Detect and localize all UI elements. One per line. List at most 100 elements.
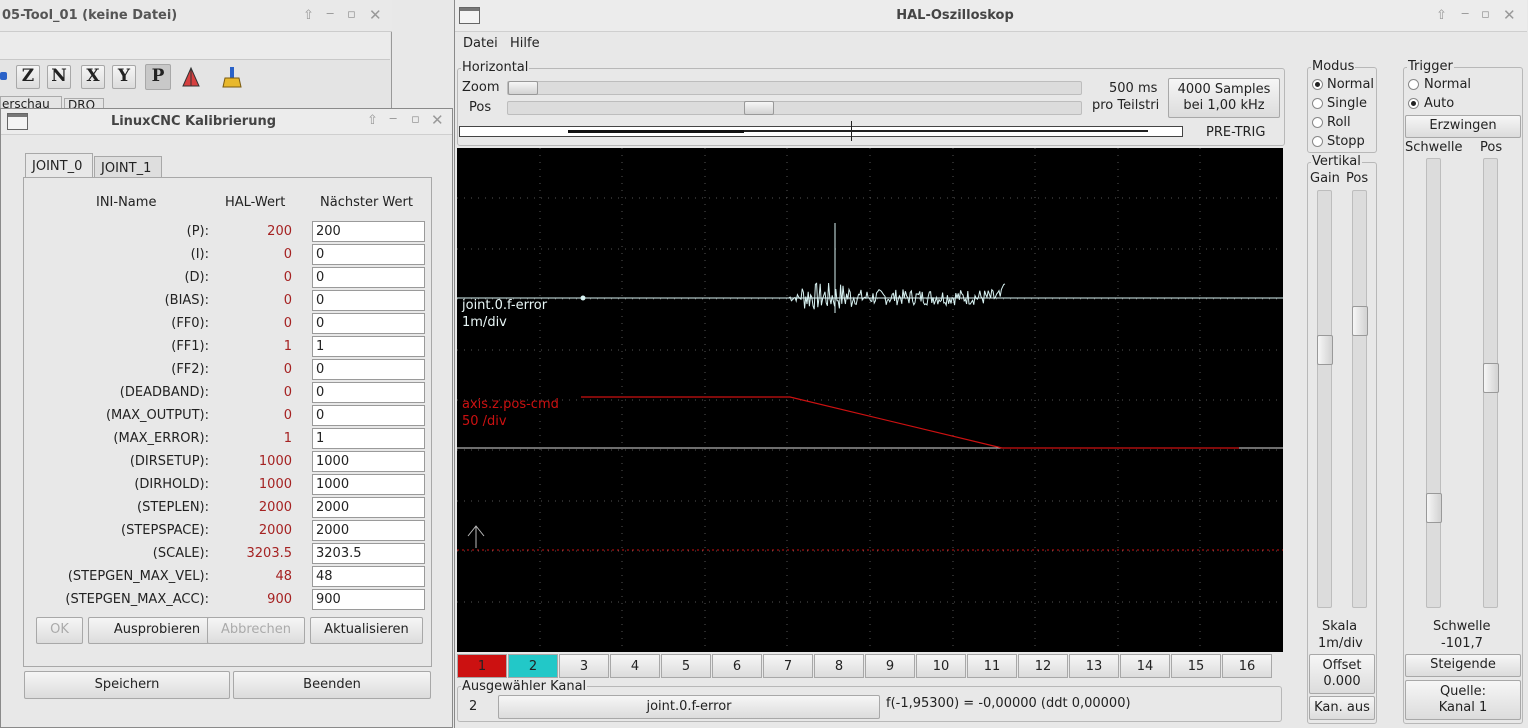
- toolbar-n-icon[interactable]: N: [47, 65, 71, 89]
- timeline-bar: [459, 121, 1183, 141]
- trigger-auto-label[interactable]: Auto: [1424, 96, 1454, 111]
- trigger-normal-label[interactable]: Normal: [1424, 77, 1471, 92]
- menu-hilfe[interactable]: Hilfe: [510, 36, 540, 51]
- vpos-slider[interactable]: [1352, 190, 1368, 608]
- channel-button-4[interactable]: 4: [610, 654, 660, 678]
- channel-button-5[interactable]: 5: [661, 654, 711, 678]
- trigger-pos-slider-thumb[interactable]: [1483, 363, 1499, 393]
- scope-up-icon[interactable]: ⇧: [1436, 8, 1447, 23]
- param-next-value-input[interactable]: 1: [312, 428, 425, 449]
- bg-maximize-icon[interactable]: ▫: [347, 7, 356, 22]
- param-next-value-input[interactable]: 2000: [312, 497, 425, 518]
- scope-close-icon[interactable]: ✕: [1503, 6, 1516, 24]
- channel-button-1[interactable]: 1: [457, 654, 507, 678]
- abort-button[interactable]: Abbrechen: [207, 617, 305, 644]
- threshold-slider-thumb[interactable]: [1426, 493, 1442, 523]
- calib-close-icon[interactable]: ✕: [431, 111, 444, 129]
- param-next-value-input[interactable]: 0: [312, 405, 425, 426]
- calib-minimize-icon[interactable]: ‒: [389, 111, 397, 126]
- threshold-slider[interactable]: [1426, 158, 1442, 608]
- calib-maximize-icon[interactable]: ▫: [411, 112, 420, 127]
- param-next-value-input[interactable]: 0: [312, 359, 425, 380]
- mode-roll-radio[interactable]: [1312, 117, 1323, 128]
- offset-button[interactable]: Offset 0.000: [1309, 654, 1375, 694]
- calib-window-icon: [7, 113, 28, 130]
- param-next-value-input[interactable]: 0: [312, 267, 425, 288]
- mode-normal-label[interactable]: Normal: [1327, 77, 1374, 92]
- save-button[interactable]: Speichern: [24, 671, 230, 699]
- pos-slider-thumb[interactable]: [744, 101, 774, 115]
- param-next-value-input[interactable]: 48: [312, 566, 425, 587]
- mode-normal-radio[interactable]: [1312, 79, 1323, 90]
- param-next-value-input[interactable]: 0: [312, 290, 425, 311]
- trigger-normal-radio[interactable]: [1408, 79, 1419, 90]
- gain-slider-thumb[interactable]: [1317, 335, 1333, 365]
- param-next-value-input[interactable]: 1000: [312, 451, 425, 472]
- force-button[interactable]: Erzwingen: [1405, 115, 1521, 138]
- vpos-slider-thumb[interactable]: [1352, 306, 1368, 336]
- zoom-slider-thumb[interactable]: [508, 81, 538, 95]
- header-next-value: Nächster Wert: [320, 195, 413, 210]
- zoom-slider[interactable]: [507, 81, 1082, 95]
- toolbar-z-icon[interactable]: Z: [16, 65, 40, 89]
- bg-minimize-icon[interactable]: ‒: [326, 6, 334, 21]
- ok-button[interactable]: OK: [36, 617, 83, 644]
- tab-joint-1[interactable]: JOINT_1: [94, 156, 162, 178]
- channel-button-14[interactable]: 14: [1120, 654, 1170, 678]
- channel-button-16[interactable]: 16: [1222, 654, 1272, 678]
- try-button[interactable]: Ausprobieren: [88, 617, 226, 644]
- mode-single-radio[interactable]: [1312, 98, 1323, 109]
- gain-slider[interactable]: [1317, 190, 1333, 608]
- scope-maximize-icon[interactable]: ▫: [1481, 7, 1490, 22]
- channel-button-7[interactable]: 7: [763, 654, 813, 678]
- update-button[interactable]: Aktualisieren: [310, 617, 423, 644]
- trigger-auto-radio[interactable]: [1408, 98, 1419, 109]
- channel-button-9[interactable]: 9: [865, 654, 915, 678]
- param-name: (FF0):: [171, 316, 209, 331]
- param-name: (DEADBAND):: [119, 385, 209, 400]
- param-next-value-input[interactable]: 1000: [312, 474, 425, 495]
- toolbar-p-icon[interactable]: P: [145, 64, 171, 90]
- mode-stop-radio[interactable]: [1312, 136, 1323, 147]
- channel-button-11[interactable]: 11: [967, 654, 1017, 678]
- toolbar-clear-icon[interactable]: [220, 65, 244, 89]
- param-next-value-input[interactable]: 0: [312, 313, 425, 334]
- pos-slider[interactable]: [507, 101, 1082, 115]
- channel-button-3[interactable]: 3: [559, 654, 609, 678]
- param-next-value-input[interactable]: 900: [312, 589, 425, 610]
- channel-off-button[interactable]: Kan. aus: [1309, 696, 1375, 720]
- param-next-value-input[interactable]: 0: [312, 382, 425, 403]
- param-next-value-input[interactable]: 200: [312, 221, 425, 242]
- tab-joint-0[interactable]: JOINT_0: [25, 153, 93, 178]
- toolbar-y-icon[interactable]: Y: [112, 65, 136, 89]
- channel-button-8[interactable]: 8: [814, 654, 864, 678]
- samples-button[interactable]: 4000 Samples bei 1,00 kHz: [1168, 78, 1280, 118]
- bg-dot-icon[interactable]: [0, 72, 7, 80]
- source-button[interactable]: Quelle: Kanal 1: [1405, 680, 1521, 720]
- menu-datei[interactable]: Datei: [463, 36, 498, 51]
- channel-button-6[interactable]: 6: [712, 654, 762, 678]
- quit-button[interactable]: Beenden: [233, 671, 431, 699]
- bg-up-icon[interactable]: ⇧: [303, 8, 314, 23]
- param-next-value-input[interactable]: 1: [312, 336, 425, 357]
- toolbar-x-icon[interactable]: X: [81, 65, 105, 89]
- scope-screen[interactable]: joint.0.f-error 1m/div axis.z.pos-cmd 50…: [457, 148, 1283, 652]
- edge-button[interactable]: Steigende: [1405, 654, 1521, 677]
- param-next-value-input[interactable]: 3203.5: [312, 543, 425, 564]
- channel-button-15[interactable]: 15: [1171, 654, 1221, 678]
- param-next-value-input[interactable]: 0: [312, 244, 425, 265]
- calib-up-icon[interactable]: ⇧: [367, 113, 378, 128]
- channel-button-2[interactable]: 2: [508, 654, 558, 678]
- trigger-pos-slider[interactable]: [1483, 158, 1499, 608]
- channel-button-13[interactable]: 13: [1069, 654, 1119, 678]
- toolbar-perspective-icon[interactable]: [180, 66, 202, 88]
- channel-button-10[interactable]: 10: [916, 654, 966, 678]
- selected-channel-button[interactable]: joint.0.f-error: [498, 695, 880, 719]
- mode-stop-label[interactable]: Stopp: [1327, 134, 1365, 149]
- channel-button-12[interactable]: 12: [1018, 654, 1068, 678]
- mode-single-label[interactable]: Single: [1327, 96, 1367, 111]
- scope-minimize-icon[interactable]: ‒: [1461, 6, 1469, 21]
- mode-roll-label[interactable]: Roll: [1327, 115, 1351, 130]
- bg-close-icon[interactable]: ✕: [369, 6, 382, 24]
- param-next-value-input[interactable]: 2000: [312, 520, 425, 541]
